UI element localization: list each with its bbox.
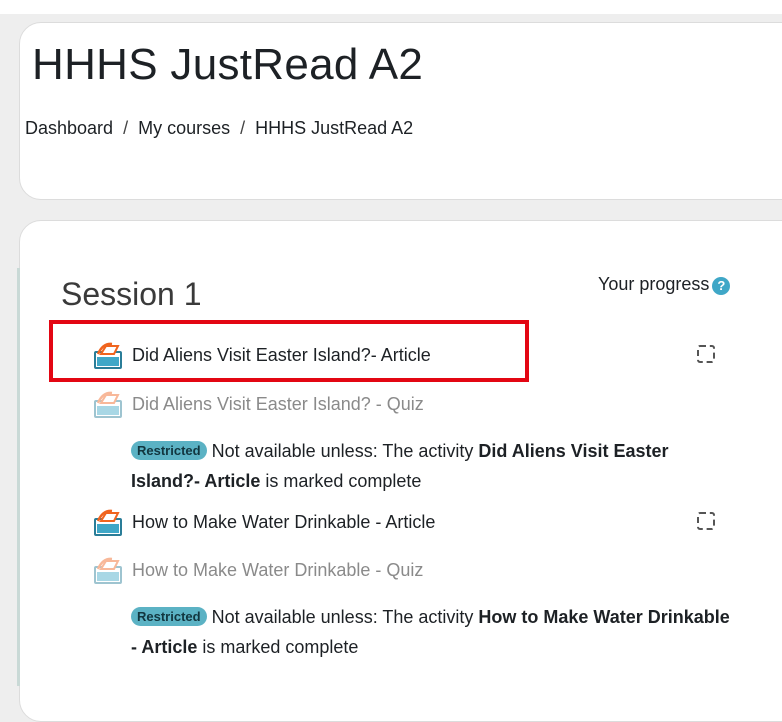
lesson-icon — [94, 391, 122, 418]
section-title: Session 1 — [61, 276, 202, 312]
breadcrumb: Dashboard / My courses / HHHS JustRead A… — [25, 118, 413, 139]
restricted-badge: Restricted — [131, 607, 207, 626]
activity-item: Did Aliens Visit Easter Island? - Quiz — [92, 389, 424, 419]
breadcrumb-separator: / — [123, 118, 129, 138]
completion-checkbox[interactable] — [697, 345, 715, 363]
progress-label: Your progress ? — [598, 274, 731, 295]
activity-link[interactable]: How to Make Water Drinkable - Article — [132, 512, 435, 533]
lesson-icon — [94, 557, 122, 584]
page-title: HHHS JustRead A2 — [32, 40, 424, 89]
progress-text: Your progress — [598, 274, 710, 294]
restriction-suffix: is marked complete — [265, 471, 422, 491]
restriction-info: Restricted Not available unless: The act… — [131, 436, 731, 496]
restriction-prefix: Not available unless: The activity — [211, 607, 474, 627]
highlight-box — [49, 320, 529, 382]
section-indicator-bar — [17, 268, 20, 686]
restricted-badge: Restricted — [131, 441, 207, 460]
lesson-icon — [94, 509, 122, 536]
help-icon[interactable]: ? — [712, 277, 731, 295]
restriction-prefix: Not available unless: The activity — [211, 441, 474, 461]
activity-link: Did Aliens Visit Easter Island? - Quiz — [132, 393, 424, 414]
breadcrumb-separator: / — [240, 118, 246, 138]
activity-item[interactable]: How to Make Water Drinkable - Article — [92, 507, 435, 537]
restriction-suffix: is marked complete — [202, 637, 359, 657]
activity-item: How to Make Water Drinkable - Quiz — [92, 555, 423, 585]
activity-link: How to Make Water Drinkable - Quiz — [132, 559, 424, 580]
top-strip — [0, 0, 782, 14]
restriction-info: Restricted Not available unless: The act… — [131, 602, 731, 662]
breadcrumb-my-courses[interactable]: My courses — [138, 118, 230, 139]
completion-checkbox[interactable] — [697, 512, 715, 530]
breadcrumb-course[interactable]: HHHS JustRead A2 — [255, 118, 413, 139]
breadcrumb-dashboard[interactable]: Dashboard — [25, 118, 113, 139]
